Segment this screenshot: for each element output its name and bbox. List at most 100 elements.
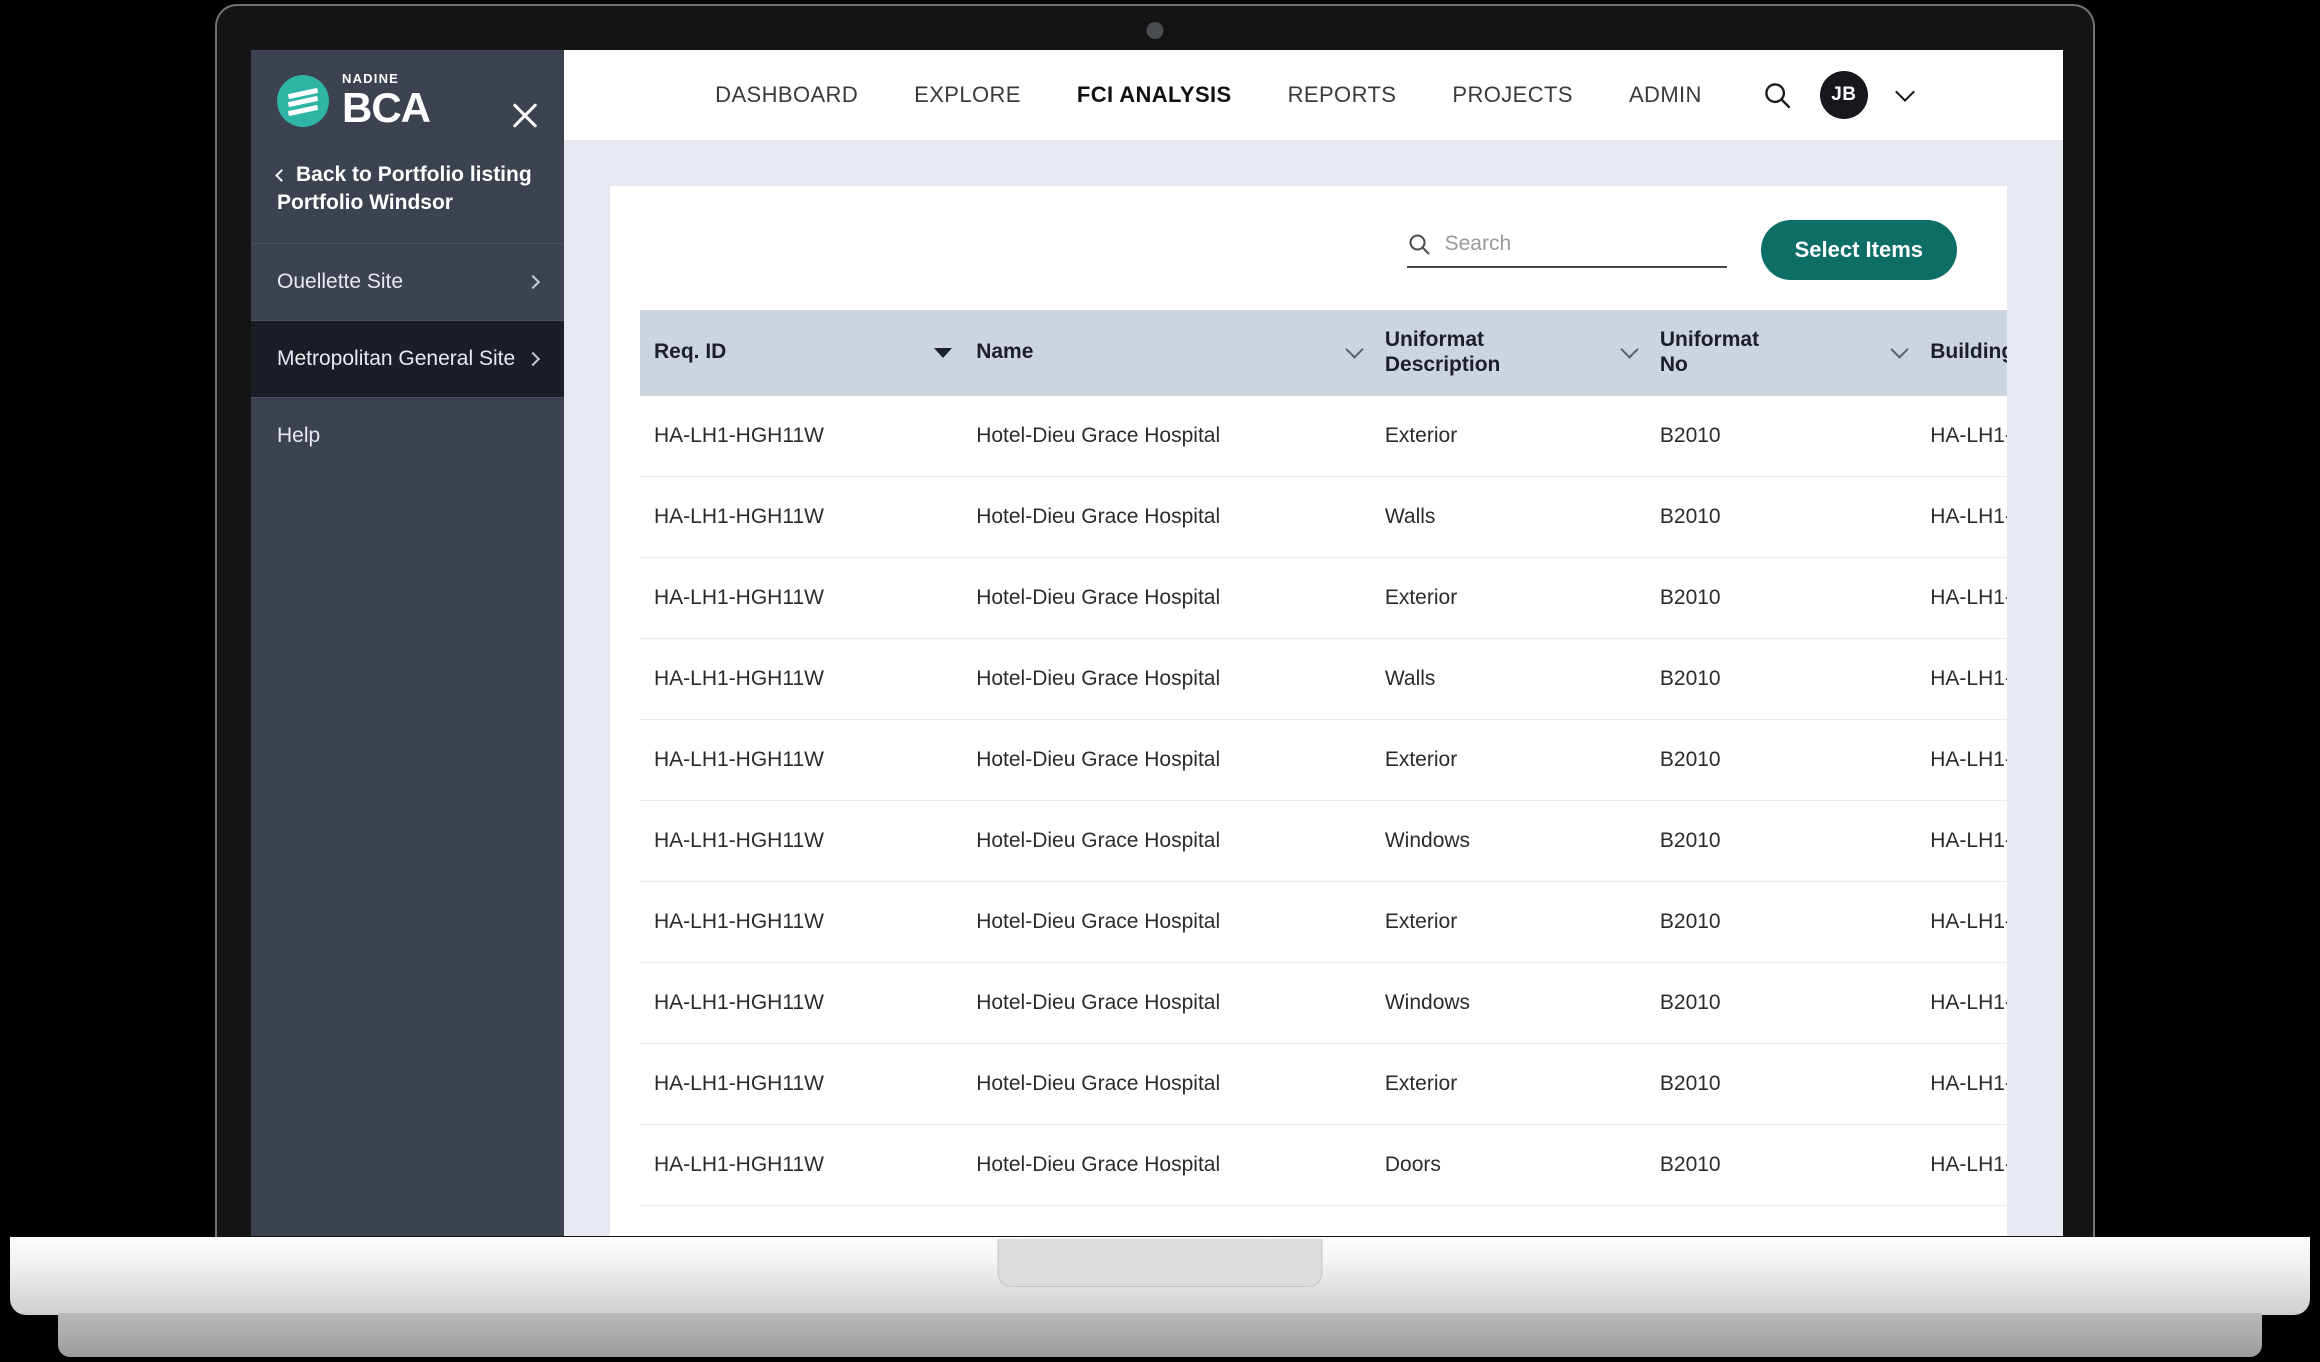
sidebar-item-help[interactable]: Help: [251, 396, 564, 474]
chevron-down-icon[interactable]: [1894, 82, 1915, 102]
cell-name: Hotel-Dieu Grace Hospital: [962, 1205, 1371, 1236]
cell-name: Hotel-Dieu Grace Hospital: [962, 1124, 1371, 1207]
column-header-building[interactable]: Building: [1916, 310, 2007, 396]
table-row[interactable]: HA-LH1-HGH11WHotel-Dieu Grace HospitalEx…: [640, 719, 2007, 802]
column-header-label: Uniformat Description: [1384, 328, 1501, 376]
brand-title: BCA: [342, 84, 431, 131]
cell-uno: B2010: [1645, 1205, 1917, 1236]
column-header-name[interactable]: Name: [962, 310, 1371, 396]
back-to-portfolio-block[interactable]: Back to Portfolio listing Portfolio Wind…: [251, 129, 564, 243]
laptop-base-bottom: [58, 1313, 2262, 1357]
cell-building: HA-LH1-HGH11W: [1916, 395, 2007, 478]
cell-udesc: Windows: [1370, 800, 1646, 883]
table-row[interactable]: HA-LH1-HGH11W Hotel-Dieu Grace Hospital Wa…: [640, 638, 2007, 721]
cell-req-id: HA-LH1-HGH11W: [640, 476, 963, 559]
cell-uno: B2010: [1645, 800, 1917, 883]
table-row[interactable]: HA-LH1-HGH11WHotel-Dieu Grace HospitalEx…: [640, 881, 2007, 964]
chevron-down-icon[interactable]: [1890, 340, 1909, 359]
tab-fci-analysis[interactable]: FCI ANALYSIS: [1077, 82, 1232, 108]
cell-req-id: HA-LH1-HGH11W: [640, 800, 963, 883]
table-row[interactable]: HA-LH1-HGH11W Hotel-Dieu Grace Hospital Wa…: [640, 476, 2007, 559]
tab-admin[interactable]: ADMIN: [1629, 82, 1702, 108]
cell-name: Hotel-Dieu Grace Hospital: [962, 557, 1371, 640]
table-row[interactable]: HA-LH1-HGH11WHotel-Dieu Grace HospitalEx…: [640, 557, 2007, 640]
tab-explore[interactable]: EXPLORE: [914, 82, 1021, 108]
sidebar-header: NADINE BCA: [251, 50, 564, 129]
sidebar-item-metropolitan-general-site[interactable]: Metropolitan General Site: [251, 319, 564, 397]
table-row[interactable]: HA-LH1-HGH11W Hotel-Dieu Grace Hospital Do…: [640, 1124, 2007, 1207]
cell-udesc: Exterior: [1370, 557, 1646, 640]
table-row[interactable]: HA-LH1-HGH11WHotel-Dieu Grace HospitalEx…: [640, 395, 2007, 478]
search-field[interactable]: [1406, 232, 1727, 268]
laptop-base-top: [10, 1237, 2310, 1315]
content-area: Select Items Req. ID: [564, 140, 2063, 1236]
cell-uno: B2010: [1645, 1124, 1917, 1207]
cell-name: Hotel-Dieu Grace Hospital: [962, 638, 1371, 721]
top-navigation-bar: DASHBOARD EXPLORE FCI ANALYSIS REPORTS P…: [564, 50, 2063, 140]
tab-reports[interactable]: REPORTS: [1288, 82, 1397, 108]
select-items-button[interactable]: Select Items: [1760, 220, 1957, 280]
chevron-down-icon[interactable]: [1620, 340, 1639, 359]
column-header-label: Uniformat No: [1659, 328, 1760, 376]
tab-projects[interactable]: PROJECTS: [1452, 82, 1573, 108]
cell-building: HA-LH1-HGH11W: [1916, 881, 2007, 964]
sidebar: NADINE BCA Back to Portfolio listing Por…: [251, 50, 564, 1236]
cell-req-id: HA-LH1-HGH11W: [640, 962, 963, 1045]
table-row[interactable]: HA-LH1-HGH11WHotel-Dieu Grace HospitalEx…: [640, 1205, 2007, 1236]
sidebar-nav: Ouellette Site Metropolitan General Site…: [251, 242, 564, 474]
cell-req-id: HA-LH1-HGH11W: [640, 1124, 963, 1207]
column-header-uniformat-no[interactable]: Uniformat No: [1645, 310, 1917, 396]
top-bar-actions: JB: [1762, 71, 1915, 119]
requirements-table: Req. ID Name Uniformat Description Unifo…: [640, 310, 2007, 1236]
cell-building: HA-LH1-HGH11W: [1916, 962, 2007, 1045]
cell-req-id: HA-LH1-HGH11W: [640, 719, 963, 802]
cell-name: Hotel-Dieu Grace Hospital: [962, 719, 1371, 802]
cell-udesc: Exterior: [1370, 1205, 1646, 1236]
cell-name: Hotel-Dieu Grace Hospital: [962, 476, 1371, 559]
portfolio-name: Portfolio Windsor: [277, 190, 453, 214]
requirements-table-wrapper[interactable]: Req. ID Name Uniformat Description Unifo…: [610, 310, 2007, 1236]
table-row[interactable]: HA-LH1-HGH11W Hotel-Dieu Grace Hospital Wi…: [640, 800, 2007, 883]
camera-dot-icon: [1146, 22, 1164, 39]
laptop-mockup: NADINE BCA Back to Portfolio listing Por…: [0, 0, 2320, 1362]
cell-building: HA-LH1-HGH11W: [1916, 719, 2007, 802]
cell-name: Hotel-Dieu Grace Hospital: [962, 962, 1371, 1045]
sidebar-item-ouellette-site[interactable]: Ouellette Site: [251, 242, 564, 320]
column-header-req-id[interactable]: Req. ID: [640, 310, 963, 396]
search-icon[interactable]: [1762, 80, 1792, 110]
cell-uno: B2010: [1645, 395, 1917, 478]
tab-dashboard[interactable]: DASHBOARD: [715, 82, 858, 108]
column-header-uniformat-description[interactable]: Uniformat Description: [1370, 310, 1646, 396]
cell-uno: B2010: [1645, 557, 1917, 640]
main-column: DASHBOARD EXPLORE FCI ANALYSIS REPORTS P…: [564, 50, 2063, 1236]
avatar[interactable]: JB: [1819, 71, 1868, 119]
cell-req-id: HA-LH1-HGH11W: [640, 638, 963, 721]
table-row[interactable]: HA-LH1-HGH11W Hotel-Dieu Grace Hospital Wi…: [640, 962, 2007, 1045]
cell-uno: B2010: [1645, 638, 1917, 721]
cell-udesc: Exterior: [1370, 719, 1646, 802]
laptop-base: [0, 1237, 2320, 1362]
table-row[interactable]: HA-LH1-HGH11WHotel-Dieu Grace HospitalEx…: [640, 1043, 2007, 1126]
cell-req-id: HA-LH1-HGH11W: [640, 881, 963, 964]
sort-desc-icon[interactable]: [934, 347, 953, 358]
cell-udesc: Walls: [1370, 638, 1646, 721]
table-header-row: Req. ID Name Uniformat Description Unifo…: [640, 310, 2007, 396]
nadine-bars-logo-icon: [277, 74, 329, 127]
cell-req-id: HA-LH1-HGH11W: [640, 1205, 963, 1236]
column-header-label: Name: [976, 340, 1034, 364]
app-root: NADINE BCA Back to Portfolio listing Por…: [251, 50, 2063, 1236]
cell-req-id: HA-LH1-HGH11W: [640, 557, 963, 640]
chevron-down-icon[interactable]: [1345, 340, 1364, 359]
cell-uno: B2010: [1645, 962, 1917, 1045]
close-icon[interactable]: [508, 98, 542, 132]
chevron-right-icon: [525, 274, 541, 289]
column-header-label: Building: [1930, 340, 2007, 364]
cell-uno: B2010: [1645, 1043, 1917, 1126]
fci-analysis-card: Select Items Req. ID: [610, 186, 2007, 1236]
cell-building: HA-LH1-HGH11W: [1916, 557, 2007, 640]
back-to-portfolio-link[interactable]: Back to Portfolio listing: [296, 161, 532, 189]
search-input[interactable]: [1444, 232, 1727, 256]
laptop-trackpad-notch: [997, 1239, 1323, 1287]
card-toolbar: Select Items: [610, 220, 2007, 280]
brand-logo[interactable]: NADINE BCA: [277, 72, 538, 129]
